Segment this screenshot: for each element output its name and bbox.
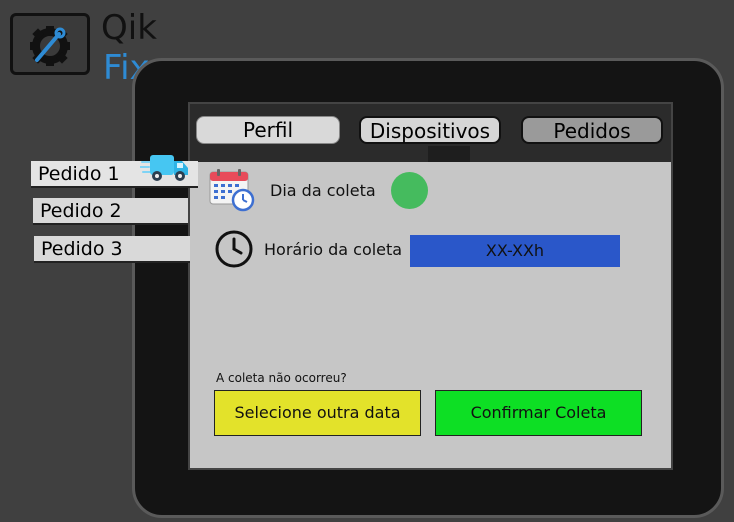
pickup-date-label: Dia da coleta — [270, 181, 376, 200]
select-other-date-button[interactable]: Selecione outra data — [214, 390, 421, 436]
confirm-pickup-button[interactable]: Confirmar Coleta — [435, 390, 642, 436]
app-logo — [10, 13, 90, 75]
calendar-clock-icon — [208, 168, 256, 217]
order-item-3[interactable]: Pedido 3 — [34, 236, 190, 263]
tab-pedidos[interactable]: Pedidos — [521, 116, 663, 144]
gear-wrench-icon — [30, 26, 70, 66]
tab-connector — [428, 146, 470, 162]
tab-perfil[interactable]: Perfil — [196, 116, 340, 144]
order-item-2[interactable]: Pedido 2 — [33, 198, 188, 225]
delivery-truck-icon — [139, 152, 190, 189]
tab-dispositivos[interactable]: Dispositivos — [359, 116, 501, 144]
brand-name-qik: Qik — [101, 8, 157, 48]
pickup-date-status-indicator — [391, 172, 428, 209]
pickup-time-label: Horário da coleta — [264, 240, 403, 259]
pickup-missed-question: A coleta não ocorreu? — [216, 371, 347, 385]
clock-icon — [212, 230, 256, 273]
pickup-time-value[interactable]: XX-XXh — [410, 235, 620, 267]
